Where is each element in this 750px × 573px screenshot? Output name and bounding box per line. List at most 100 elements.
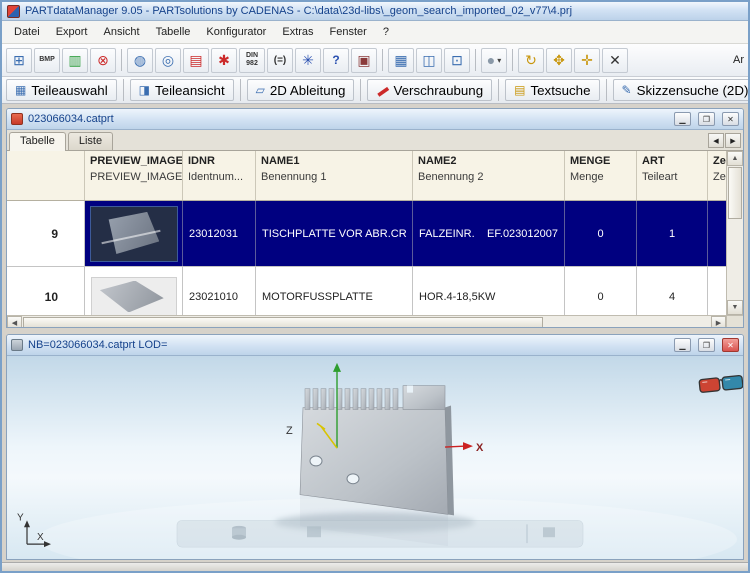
sphere-view-dropdown[interactable]: ● ▾ [481, 47, 507, 73]
menubar: Datei Export Ansicht Tabelle Konfigurato… [2, 21, 748, 44]
header-name2[interactable]: NAME2 Benennung 2 [413, 151, 565, 200]
bmp-export-icon: BMP [39, 55, 55, 63]
viewer-restore-button[interactable]: ❐ [698, 338, 715, 352]
tab-tabelle[interactable]: Tabelle [9, 132, 66, 151]
titlebar[interactable]: PARTdataManager 9.05 - PARTsolutions by … [2, 2, 748, 21]
table-row[interactable]: 10 23021010 MOTORFUSSPLATTE HOR.4-18,5KW… [7, 267, 726, 315]
table-body: PREVIEW_IMAGE PREVIEW_IMAGE IDNR Identnum.… [7, 151, 743, 315]
din-standard-button[interactable]: DIN 982 [239, 47, 265, 73]
snowflake-icon: ✱ [218, 51, 230, 68]
asterisk-button[interactable]: ✳ [295, 47, 321, 73]
header-name1[interactable]: NAME1 Benennung 1 [256, 151, 413, 200]
menu-tabelle[interactable]: Tabelle [148, 23, 199, 41]
table-window-titlebar[interactable]: 023066034.catprt ▁ ❐ ✕ [7, 109, 743, 130]
delete-icon: ⊗ [97, 51, 109, 68]
menu-export[interactable]: Export [48, 23, 96, 41]
horizontal-scroll-thumb[interactable] [23, 317, 543, 327]
viewer-window-titlebar[interactable]: NB=023066034.catprt LOD= ▁ ❐ ✕ [7, 335, 743, 356]
vertical-scroll-thumb[interactable] [728, 167, 742, 219]
pan-button[interactable]: ✥ [546, 47, 572, 73]
globe-link-button[interactable]: ◎ [155, 47, 181, 73]
ableitung-2d-button[interactable]: ▱ 2D Ableitung [246, 79, 355, 101]
menu-fenster[interactable]: Fenster [322, 23, 375, 41]
status-bar [2, 562, 748, 571]
snowflake-button[interactable]: ✱ [211, 47, 237, 73]
column-sub: Identnum... [188, 171, 244, 183]
axis-button[interactable]: ✛ [574, 47, 600, 73]
name2-text: HOR.4-18,5KW [419, 290, 496, 303]
tab-scroll-left-icon[interactable]: ◀ [708, 133, 724, 148]
scroll-left-icon[interactable]: ◀ [7, 316, 22, 327]
table-view-button[interactable]: ▦ [388, 47, 414, 73]
asterisk-icon: ✳ [302, 51, 314, 68]
menu-ansicht[interactable]: Ansicht [95, 23, 147, 41]
header-art[interactable]: ART Teileart [637, 151, 708, 200]
scrollbar-corner [726, 316, 743, 327]
toolbar-separator [605, 79, 607, 101]
help-button[interactable]: ? [323, 47, 349, 73]
globe-button[interactable]: ◍ [127, 47, 153, 73]
sketch-search-icon: ✎ [621, 83, 632, 97]
tools-button[interactable]: ✕ [602, 47, 628, 73]
verschraubung-button[interactable]: ▬ Verschraubung [367, 79, 493, 101]
scroll-down-icon[interactable]: ▼ [727, 300, 743, 315]
menge-cell: 0 [565, 267, 637, 315]
horizontal-scrollbar[interactable]: ◀ ▶ [7, 315, 743, 327]
table-window-button[interactable]: ◫ [416, 47, 442, 73]
window-title: PARTdataManager 9.05 - PARTsolutions by … [25, 5, 573, 17]
vertical-scrollbar[interactable]: ▲ ▼ [726, 151, 743, 315]
teileauswahl-button[interactable]: ▦ Teileauswahl [6, 79, 117, 101]
scroll-up-icon[interactable]: ▲ [727, 151, 743, 166]
equals-button[interactable]: (=) [267, 47, 293, 73]
table-header-row: PREVIEW_IMAGE PREVIEW_IMAGE IDNR Identnum.… [7, 151, 726, 201]
rotate-button[interactable]: ↻ [518, 47, 544, 73]
scroll-right-icon[interactable]: ▶ [711, 316, 726, 327]
name2-cell: FALZEINR. EF.023012007 [413, 201, 565, 266]
menu-help[interactable]: ? [375, 23, 397, 41]
teileansicht-button[interactable]: ◨ Teileansicht [129, 79, 234, 101]
viewer-minimize-button[interactable]: ▁ [674, 338, 691, 352]
tab-liste[interactable]: Liste [67, 132, 114, 150]
idnr-cell: 23021010 [183, 267, 256, 315]
table-minimize-button[interactable]: ▁ [674, 112, 691, 126]
name1-text: MOTORFUSSPLATTE [262, 290, 373, 303]
header-rownum[interactable] [7, 151, 85, 200]
screen-preview-button[interactable]: ⊡ [444, 47, 470, 73]
menu-extras[interactable]: Extras [274, 23, 321, 41]
pdf-export-button[interactable]: ▤ [183, 47, 209, 73]
stamp-button[interactable]: ▣ [351, 47, 377, 73]
textsuche-label: Textsuche [530, 82, 591, 98]
tab-scroll: ◀ ▶ [708, 133, 741, 148]
tab-scroll-right-icon[interactable]: ▶ [725, 133, 741, 148]
z-axis-label: Z [286, 425, 293, 437]
header-preview-image[interactable]: PREVIEW_IMAGE PREVIEW_IMAGE [85, 151, 183, 200]
mini-x-axis-label: X [37, 532, 44, 543]
bmp-export-button[interactable]: BMP [34, 47, 60, 73]
viewer-close-button[interactable]: ✕ [722, 338, 739, 352]
viewer-toolbar-overlay[interactable] [176, 520, 584, 548]
name1-extra: CR [390, 227, 407, 240]
header-idnr[interactable]: IDNR Identnum... [183, 151, 256, 200]
table-close-button[interactable]: ✕ [722, 112, 739, 126]
main-toolbar: ⊞ BMP ▥ ⊗ ◍ ◎ ▤ ✱ DIN 982 (=) ✳ ? ▣ ▦ ◫ … [2, 44, 748, 77]
video-button[interactable]: ▥ [62, 47, 88, 73]
delete-button[interactable]: ⊗ [90, 47, 116, 73]
teileansicht-label: Teileansicht [155, 82, 225, 98]
column-sub: Teileart [642, 171, 678, 183]
vertical-scroll-track[interactable] [727, 220, 743, 300]
column-name: ART [642, 155, 665, 167]
skizzensuche-button[interactable]: ✎ Skizzensuche (2D) [612, 79, 748, 101]
horizontal-scroll-track[interactable] [544, 316, 711, 327]
menu-konfigurator[interactable]: Konfigurator [198, 23, 274, 41]
part-plate [299, 385, 454, 516]
tools-icon: ✕ [609, 51, 621, 68]
column-name: PREVIEW_IMAGE [90, 155, 183, 167]
table-row[interactable]: 9 23012031 TISCHPLATTE VOR ABR. CR FALZEI… [7, 201, 726, 267]
header-ze[interactable]: Ze Ze [708, 151, 726, 200]
textsuche-button[interactable]: ▤ Textsuche [505, 79, 600, 101]
viewer-3d-canvas[interactable]: Z X Y X [7, 356, 743, 559]
header-menge[interactable]: MENGE Menge [565, 151, 637, 200]
menu-datei[interactable]: Datei [6, 23, 48, 41]
export-table-button[interactable]: ⊞ [6, 47, 32, 73]
table-restore-button[interactable]: ❐ [698, 112, 715, 126]
